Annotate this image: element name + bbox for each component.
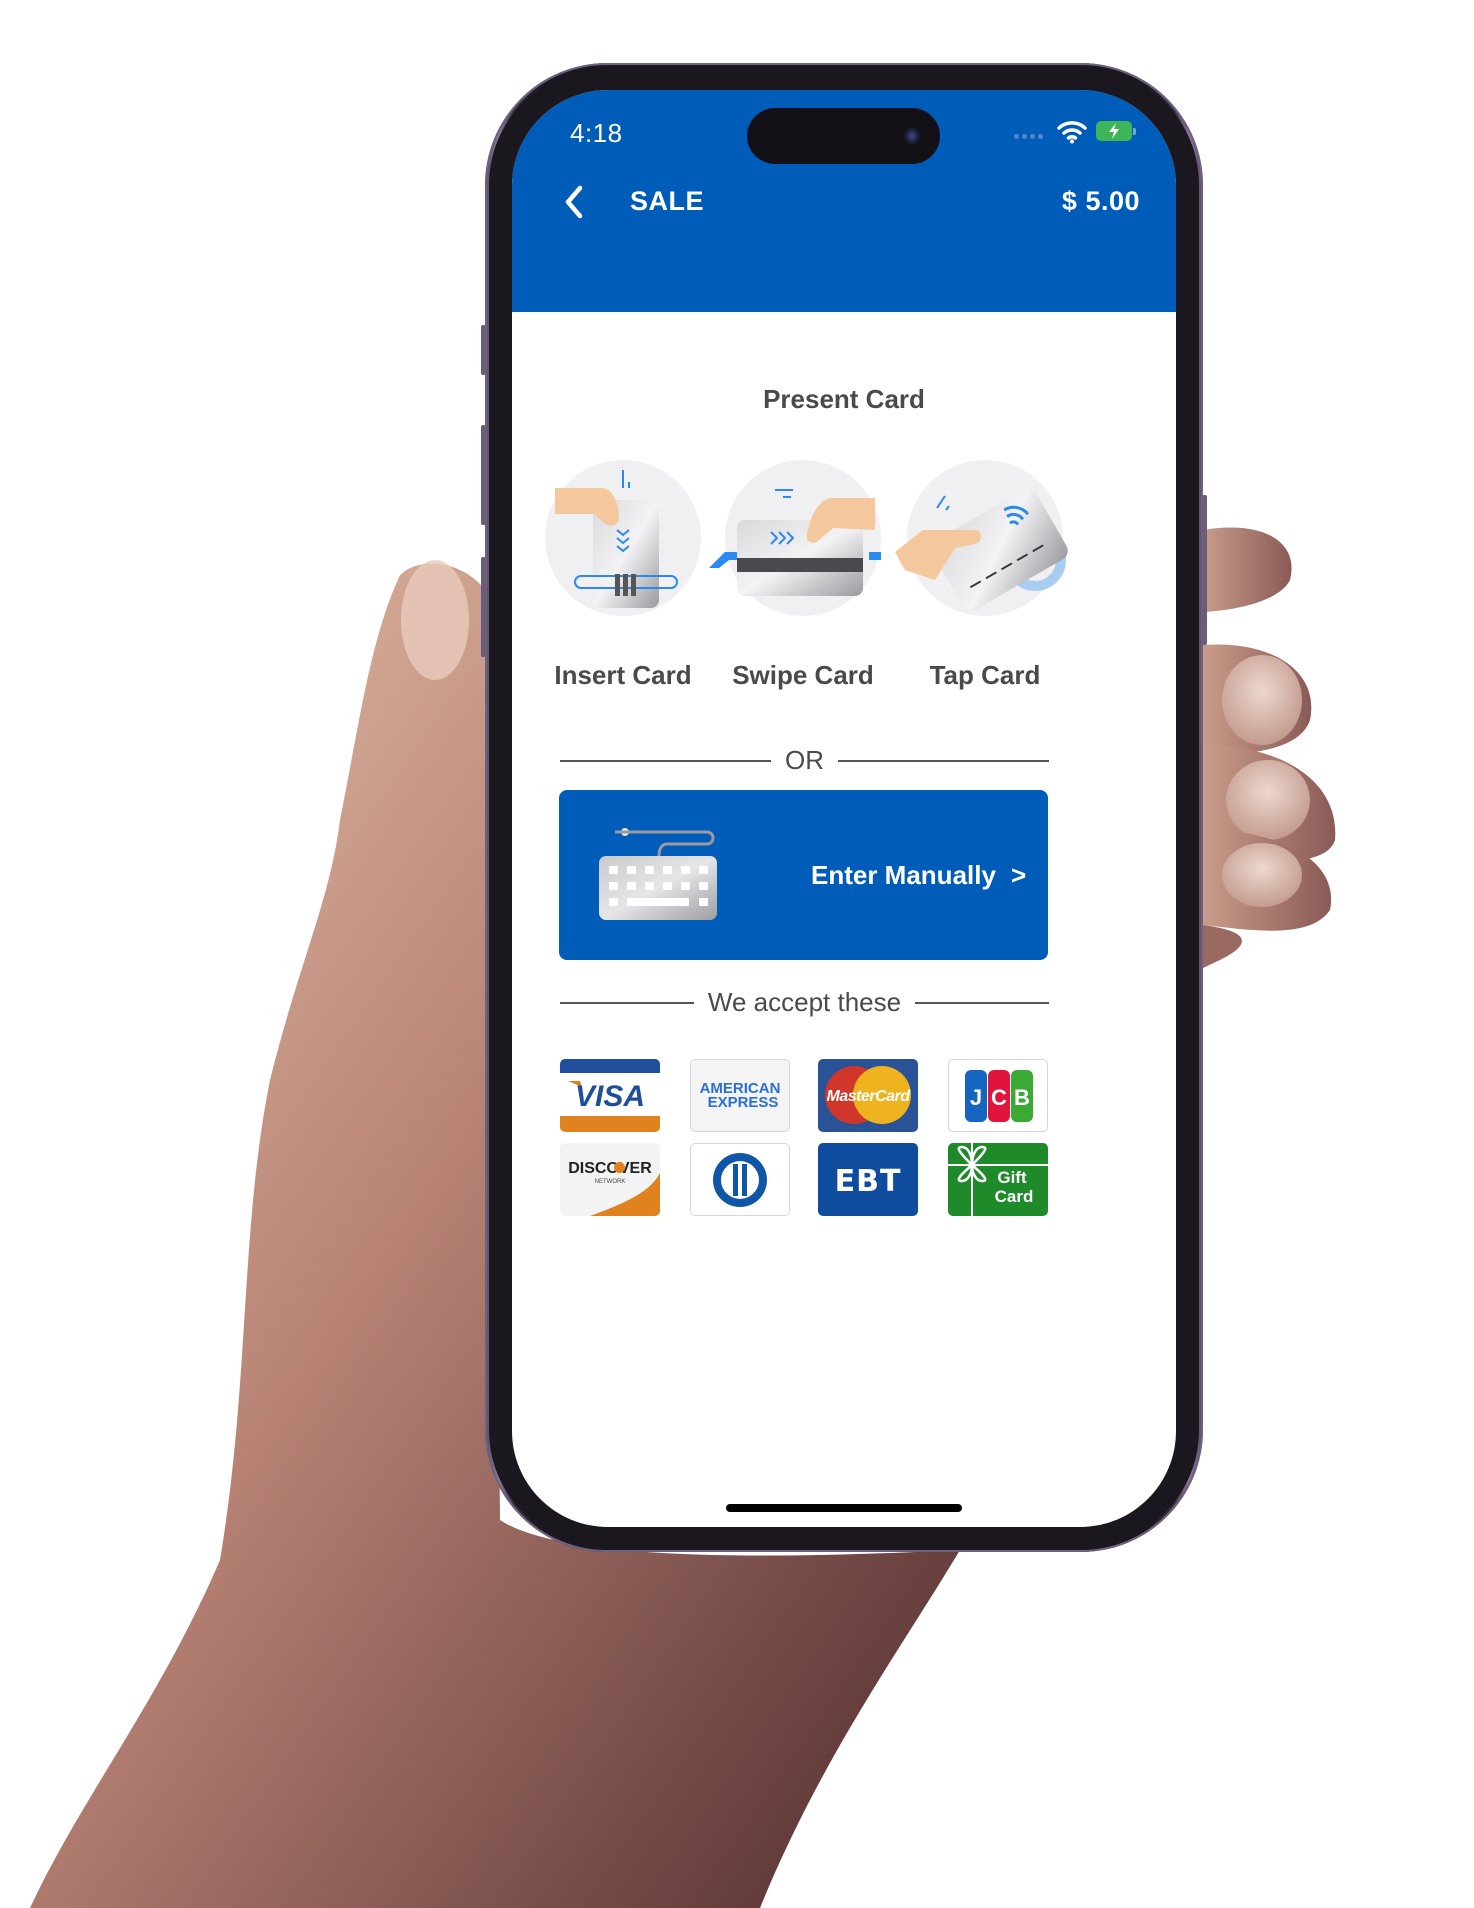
discover-subtext: NETWORK [595, 1179, 626, 1185]
divider-line [838, 759, 1049, 762]
svg-text:C: C [991, 1085, 1007, 1110]
wifi-icon [1057, 121, 1087, 144]
present-card-title: Present Card [763, 384, 925, 414]
page-title: SALE [630, 186, 705, 216]
gift-card-logo: Gift Card [948, 1143, 1048, 1216]
status-time: 4:18 [570, 118, 623, 148]
ebt-logo: EBT [818, 1143, 918, 1216]
accepted-cards-divider: We accept these [560, 987, 1049, 1018]
camera-lens-icon [904, 128, 920, 144]
cellular-dots-icon [1014, 134, 1043, 139]
accepted-cards-title: We accept these [707, 987, 902, 1017]
tap-card-icon [895, 488, 1068, 611]
discover-logo: DISCOVER NETWORK [560, 1143, 660, 1216]
amex-text-line2: EXPRESS [708, 1094, 779, 1111]
discover-text: DISCOVER [568, 1160, 652, 1177]
mastercard-text: MasterCard [826, 1088, 911, 1105]
insert-card-icon [555, 470, 678, 608]
volume-down-button [481, 557, 486, 657]
divider-line [915, 1001, 1049, 1004]
or-divider: OR [560, 745, 1049, 776]
dynamic-island [747, 108, 940, 164]
ebt-text: EBT [835, 1164, 902, 1199]
visa-logo: VISA [560, 1059, 660, 1132]
svg-text:B: B [1014, 1085, 1030, 1110]
phone-screen: 4:18 SALE $ 5.00 Present Card Insert Car… [512, 90, 1176, 1527]
diners-club-logo [690, 1143, 790, 1216]
divider-line [560, 1001, 694, 1004]
enter-manually-button[interactable]: Enter Manually > [559, 790, 1048, 960]
gift-card-text-line2: Card [995, 1187, 1034, 1206]
insert-card-label: Insert Card [554, 660, 692, 690]
insert-card-option[interactable]: Insert Card [523, 460, 723, 700]
jcb-logo: J C B [948, 1059, 1048, 1132]
mastercard-logo: MasterCard [818, 1059, 918, 1132]
keyboard-icon [599, 828, 717, 920]
tap-card-option[interactable]: Tap Card [885, 460, 1085, 700]
divider-line [560, 759, 771, 762]
battery-charging-icon [1096, 121, 1136, 141]
home-indicator[interactable] [726, 1504, 962, 1512]
volume-up-button [481, 425, 486, 525]
chevron-right-icon: > [1011, 860, 1027, 890]
power-button [1202, 495, 1207, 645]
gift-card-text-line1: Gift [997, 1168, 1027, 1187]
or-label: OR [785, 745, 824, 775]
swipe-card-option[interactable]: Swipe Card [703, 460, 903, 700]
amex-logo: AMERICAN EXPRESS [690, 1059, 790, 1132]
tap-card-label: Tap Card [929, 660, 1041, 690]
visa-text: VISA [575, 1080, 645, 1113]
action-button [481, 325, 486, 375]
swipe-card-label: Swipe Card [732, 660, 874, 690]
app-header: 4:18 SALE $ 5.00 [512, 90, 1176, 312]
back-chevron-icon[interactable] [560, 182, 590, 222]
enter-manually-label: Enter Manually [811, 860, 996, 890]
swipe-card-icon [709, 489, 881, 596]
svg-text:J: J [970, 1085, 982, 1110]
sale-amount: $ 5.00 [1061, 186, 1140, 216]
